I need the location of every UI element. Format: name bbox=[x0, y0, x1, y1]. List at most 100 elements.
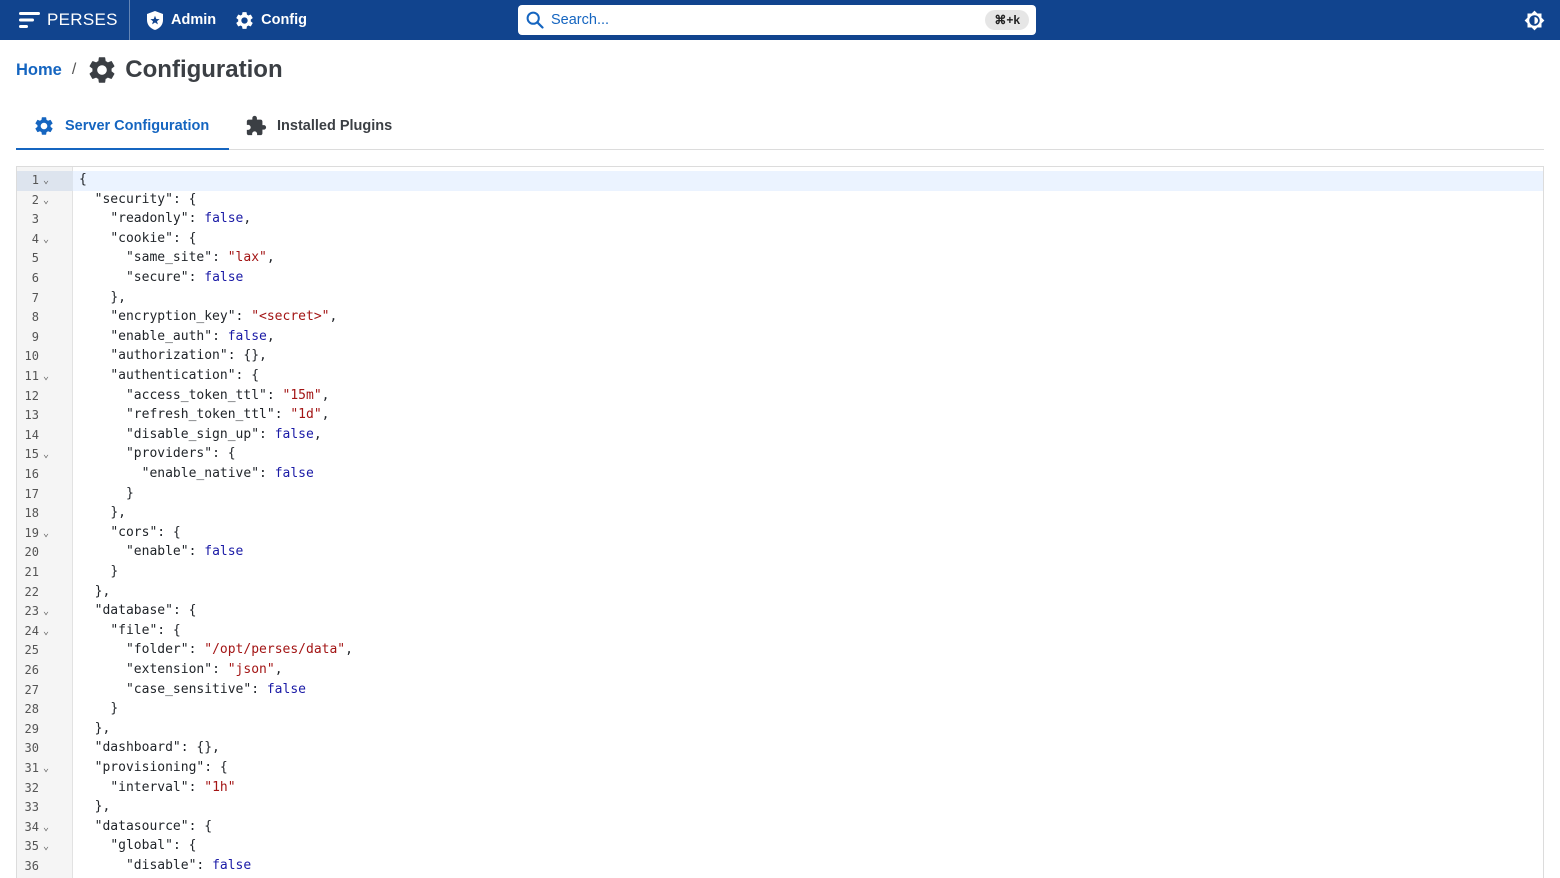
code-line: "secure": false bbox=[79, 270, 243, 285]
json-key: "access_token_ttl" bbox=[125, 387, 267, 403]
json-punctuation: , bbox=[266, 328, 275, 344]
code-line: "access_token_ttl": "15m", bbox=[79, 387, 330, 403]
line-number: 23 bbox=[24, 604, 39, 619]
line-number: 7 bbox=[31, 290, 39, 305]
line-number-gutter: 1 ⌄ 2 ⌄ 3 4 ⌄ 5 6 7 8 9 10 11 ⌄ 12 13 14 15 ⌄ 16 17 18 19 ⌄ 20 21 2… bbox=[17, 167, 73, 878]
config-button[interactable]: Config bbox=[234, 0, 307, 40]
json-key: "enable" bbox=[125, 544, 189, 560]
json-punctuation: : { bbox=[172, 191, 197, 207]
line-number: 24 bbox=[24, 623, 39, 638]
json-punctuation: , bbox=[321, 407, 330, 423]
config-json-editor[interactable]: 1 ⌄ 2 ⌄ 3 4 ⌄ 5 6 7 8 9 10 11 ⌄ 12 13 14 15 ⌄ 16 17 18 19 ⌄ 20 21 2… bbox=[16, 166, 1544, 878]
code-line: "enable_auth": false, bbox=[79, 328, 275, 344]
line-number: 5 bbox=[31, 251, 39, 266]
line-number: 27 bbox=[24, 682, 39, 697]
line-number: 10 bbox=[24, 349, 39, 364]
json-punctuation: : bbox=[188, 642, 205, 658]
config-label: Config bbox=[261, 12, 308, 28]
line-number: 29 bbox=[24, 721, 39, 736]
line-number: 12 bbox=[24, 388, 39, 403]
json-punctuation: : bbox=[188, 544, 205, 560]
fold-chevron-icon[interactable]: ⌄ bbox=[43, 449, 49, 460]
json-key: "readonly" bbox=[110, 211, 189, 227]
json-punctuation: } bbox=[110, 564, 119, 579]
fold-chevron-icon[interactable]: ⌄ bbox=[43, 763, 49, 774]
json-key: "datasource" bbox=[94, 818, 189, 834]
json-punctuation: : { bbox=[204, 760, 228, 775]
line-number: 33 bbox=[24, 800, 39, 815]
code-line: "encryption_key": "<secret>", bbox=[79, 309, 337, 324]
line-number: 15 bbox=[24, 447, 39, 462]
json-punctuation: : bbox=[188, 779, 205, 795]
line-number: 28 bbox=[24, 702, 39, 717]
line-number: 30 bbox=[24, 741, 39, 756]
json-punctuation: : bbox=[251, 681, 267, 697]
json-boolean: false bbox=[227, 328, 267, 344]
json-punctuation: : { bbox=[172, 230, 197, 246]
json-punctuation: : bbox=[259, 426, 275, 442]
json-key: "provisioning" bbox=[94, 760, 205, 775]
code-line: "security": { bbox=[79, 191, 197, 207]
tab-server-configuration[interactable]: Server Configuration bbox=[16, 103, 229, 150]
code-line: "same_site": "lax", bbox=[79, 250, 275, 265]
json-punctuation: , bbox=[345, 642, 353, 658]
fold-chevron-icon[interactable]: ⌄ bbox=[43, 528, 49, 539]
json-string: "15m" bbox=[282, 387, 322, 403]
brand-logo[interactable]: PERSES bbox=[0, 0, 130, 40]
json-punctuation: : bbox=[235, 309, 252, 325]
tab-installed-plugins[interactable]: Installed Plugins bbox=[245, 103, 392, 149]
line-number: 25 bbox=[24, 643, 39, 658]
fold-chevron-icon[interactable]: ⌄ bbox=[43, 234, 49, 245]
json-boolean: false bbox=[204, 270, 244, 285]
code-line: "case_sensitive": false bbox=[79, 682, 306, 697]
json-key: "folder" bbox=[125, 642, 189, 658]
json-string: "1h" bbox=[204, 779, 236, 795]
code-line: "providers": { bbox=[79, 446, 236, 461]
json-punctuation: , bbox=[243, 211, 252, 227]
tab-label: Installed Plugins bbox=[277, 118, 393, 134]
json-boolean: false bbox=[204, 544, 244, 560]
admin-button[interactable]: Admin bbox=[145, 0, 216, 40]
json-key: "cookie" bbox=[110, 230, 173, 246]
json-punctuation: , bbox=[329, 309, 338, 325]
fold-chevron-icon[interactable]: ⌄ bbox=[43, 371, 49, 382]
json-punctuation: : { bbox=[212, 446, 236, 462]
search-icon bbox=[526, 11, 544, 29]
code-line: } bbox=[79, 486, 134, 501]
json-key: "case_sensitive" bbox=[125, 681, 252, 697]
fold-chevron-icon[interactable]: ⌄ bbox=[43, 626, 49, 637]
breadcrumb-home-link[interactable]: Home bbox=[16, 61, 62, 80]
code-line: "authorization": {}, bbox=[79, 348, 267, 363]
line-number: 32 bbox=[24, 780, 39, 795]
json-key: "disable" bbox=[125, 858, 197, 873]
theme-toggle-button[interactable] bbox=[1524, 10, 1545, 31]
fold-chevron-icon[interactable]: ⌄ bbox=[43, 822, 49, 833]
line-number: 31 bbox=[24, 761, 39, 775]
fold-chevron-icon[interactable]: ⌄ bbox=[43, 606, 49, 617]
json-key: "encryption_key" bbox=[110, 309, 236, 325]
json-punctuation: : bbox=[212, 250, 228, 266]
json-string: "1d" bbox=[290, 407, 322, 423]
line-number: 18 bbox=[24, 506, 39, 521]
json-punctuation: : { bbox=[172, 838, 197, 854]
code-line: } bbox=[79, 701, 118, 716]
search-input[interactable]: Search... ⌘+k bbox=[518, 5, 1036, 35]
line-number: 3 bbox=[31, 212, 39, 227]
code-line: "cookie": { bbox=[79, 231, 196, 246]
code-line: "authentication": { bbox=[79, 368, 259, 383]
code-line: "readonly": false, bbox=[79, 211, 251, 226]
config-tabs: Server Configuration Installed Plugins bbox=[16, 103, 1544, 150]
fold-chevron-icon[interactable]: ⌄ bbox=[43, 841, 49, 852]
code-line: "cors": { bbox=[79, 525, 180, 540]
json-key: "disable_sign_up" bbox=[125, 426, 260, 442]
line-number: 16 bbox=[24, 467, 39, 481]
line-number: 21 bbox=[24, 565, 39, 579]
line-number: 9 bbox=[31, 329, 39, 344]
json-string: "/opt/perses/data" bbox=[204, 642, 346, 658]
brightness-icon bbox=[1524, 10, 1545, 31]
fold-chevron-icon[interactable]: ⌄ bbox=[43, 175, 49, 186]
code-content[interactable]: { "security": { "readonly": false, "cook… bbox=[73, 167, 1543, 878]
line-number: 8 bbox=[31, 310, 39, 325]
fold-chevron-icon[interactable]: ⌄ bbox=[43, 195, 49, 206]
json-punctuation: : bbox=[259, 466, 275, 481]
